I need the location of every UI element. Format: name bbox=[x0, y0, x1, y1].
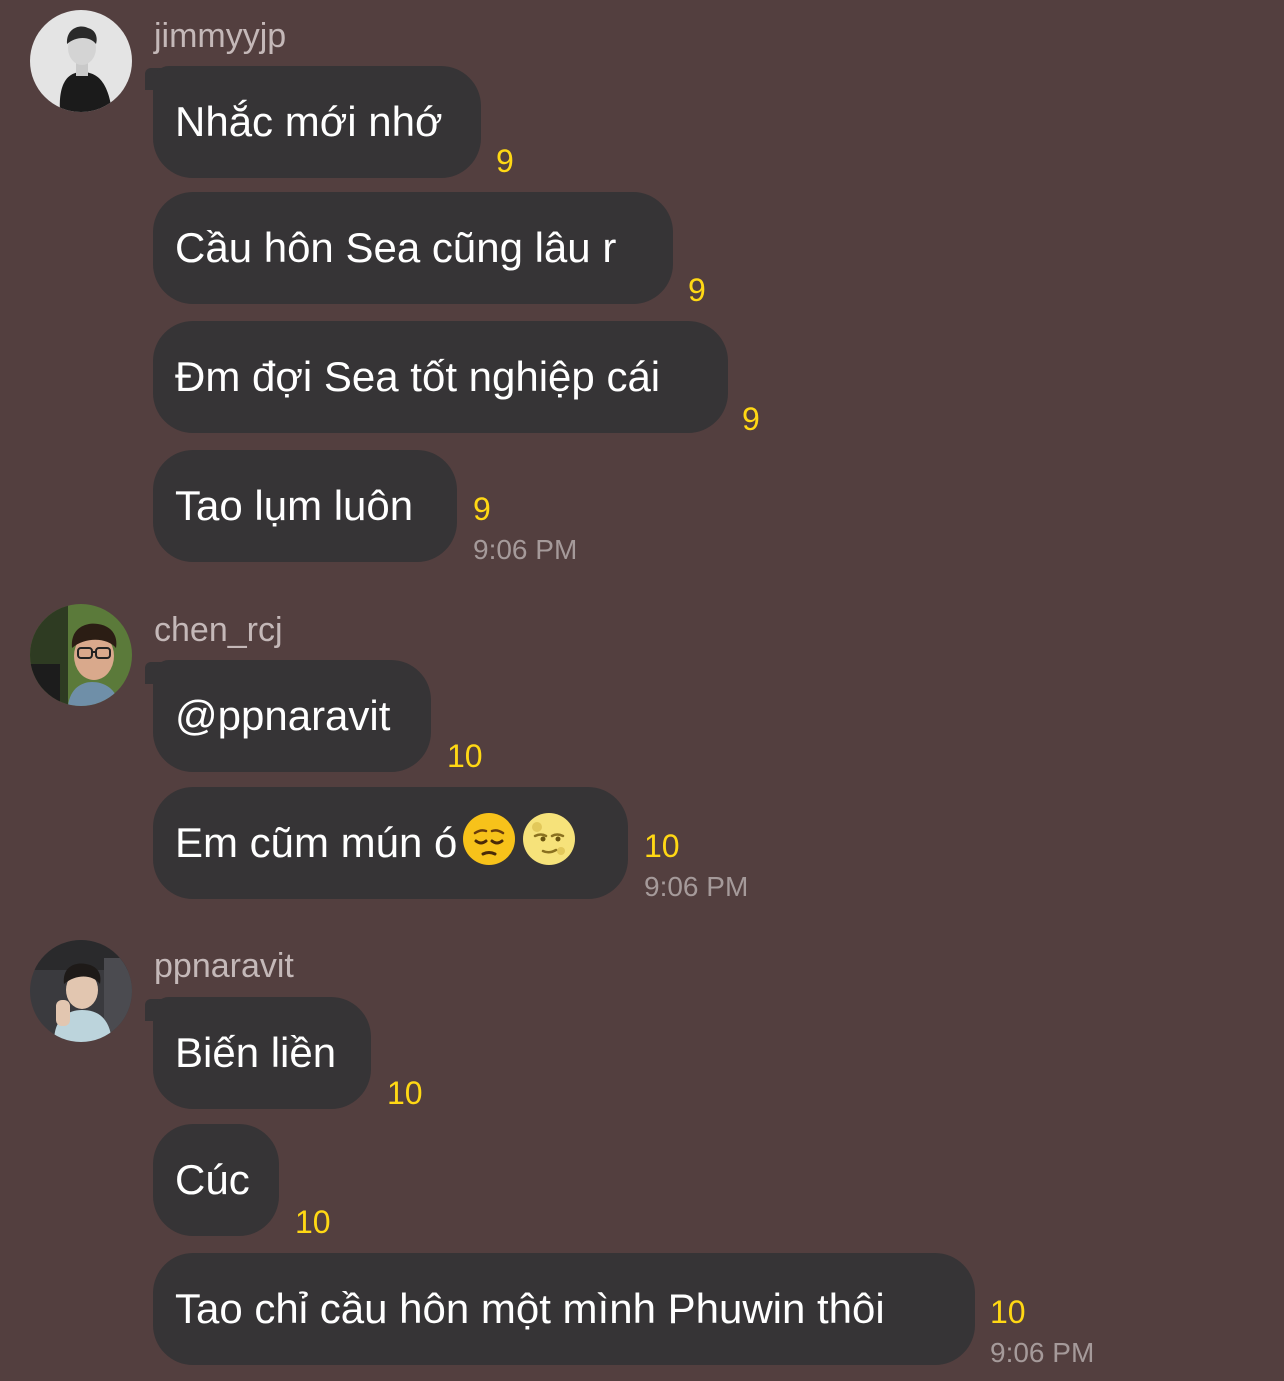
timestamp: 9:06 PM bbox=[644, 871, 749, 902]
username[interactable]: ppnaravit bbox=[154, 946, 294, 986]
message-bubble[interactable]: Cúc bbox=[153, 1124, 279, 1236]
reaction-count: 10 bbox=[990, 1294, 1026, 1330]
reaction-count: 10 bbox=[387, 1075, 423, 1111]
avatar-chen-rcj[interactable] bbox=[30, 604, 132, 706]
message-bubble[interactable]: Nhắc mới nhớ bbox=[153, 66, 481, 178]
avatar-ppnaravit[interactable] bbox=[30, 940, 132, 1042]
message-bubble[interactable]: Tao lụm luôn bbox=[153, 450, 457, 562]
full-moon-face-emoji bbox=[523, 813, 576, 865]
reaction-count: 10 bbox=[447, 738, 483, 774]
reaction-count: 9 bbox=[473, 491, 491, 527]
message-bubble[interactable]: Tao chỉ cầu hôn một mình Phuwin thôi bbox=[153, 1253, 975, 1365]
message-bubble[interactable]: Biến liền bbox=[153, 997, 371, 1109]
avatar-jimmyyjp[interactable] bbox=[30, 10, 132, 112]
pensive-face-emoji bbox=[463, 813, 516, 865]
message-text: Em cũm mún ó bbox=[175, 819, 458, 866]
reaction-count: 9 bbox=[742, 401, 760, 437]
username[interactable]: jimmyyjp bbox=[154, 16, 286, 56]
reaction-count: 10 bbox=[295, 1204, 331, 1240]
username[interactable]: chen_rcj bbox=[154, 610, 283, 650]
message-bubble[interactable]: Em cũm mún ó bbox=[153, 787, 628, 899]
message-bubble[interactable]: Đm đợi Sea tốt nghiệp cái bbox=[153, 321, 728, 433]
message-bubble[interactable]: Cầu hôn Sea cũng lâu r bbox=[153, 192, 673, 304]
timestamp: 9:06 PM bbox=[990, 1337, 1095, 1368]
reaction-count: 9 bbox=[496, 143, 514, 179]
message-bubble[interactable]: @ppnaravit bbox=[153, 660, 431, 772]
reaction-count: 10 bbox=[644, 828, 680, 864]
timestamp: 9:06 PM bbox=[473, 534, 578, 565]
reaction-count: 9 bbox=[688, 272, 706, 308]
